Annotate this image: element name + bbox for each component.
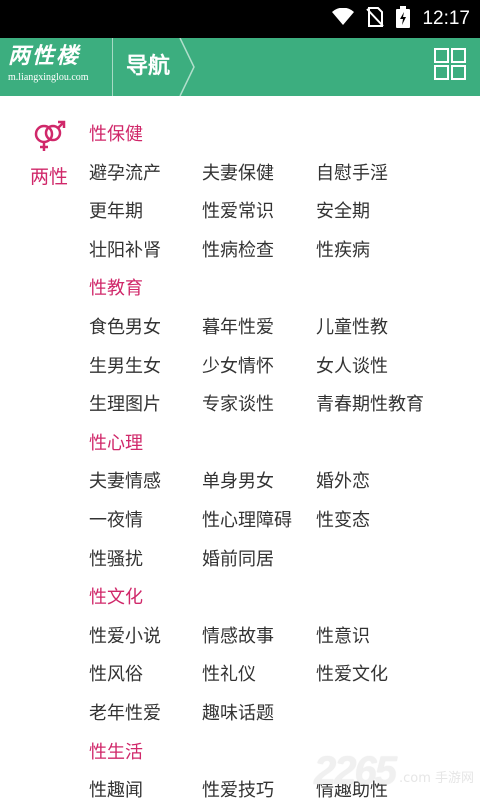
nav-link[interactable]: 性疾病 — [316, 236, 370, 262]
wifi-icon — [332, 7, 355, 30]
section-title: 性文化 — [89, 587, 143, 609]
section-title: 性教育 — [89, 278, 143, 300]
nav-link[interactable]: 性爱常识 — [202, 197, 274, 223]
nav-link[interactable]: 性礼仪 — [202, 660, 256, 686]
nav-link[interactable]: 生男生女 — [89, 352, 161, 378]
nav-link[interactable]: 性爱小说 — [89, 622, 161, 648]
nav-link[interactable]: 食色男女 — [89, 313, 161, 339]
gender-symbol-icon — [32, 120, 66, 156]
nav-link[interactable]: 女人谈性 — [316, 352, 388, 378]
nav-link[interactable]: 更年期 — [89, 197, 143, 223]
nav-content: 两性 性保健避孕流产 夫妻保健 自慰手淫更年期 性爱常识 安全期壮阳补肾 性病检查 性疾病性… — [0, 96, 480, 802]
nav-link[interactable]: 生理图片 — [89, 390, 161, 416]
no-sim-icon — [366, 7, 385, 31]
logo-text: 两性楼 — [8, 43, 81, 69]
site-logo[interactable]: 两性楼 m.liangxinglou.com — [8, 42, 108, 92]
nav-link[interactable]: 性意识 — [316, 622, 370, 648]
nav-link[interactable]: 性爱技巧 — [202, 776, 274, 802]
breadcrumb-arrow-icon — [178, 37, 196, 100]
logo-url: m.liangxinglou.com — [8, 72, 89, 83]
nav-link[interactable]: 儿童性教 — [316, 313, 388, 339]
battery-charging-icon — [396, 6, 411, 32]
section-title: 性心理 — [89, 432, 143, 454]
nav-link[interactable]: 安全期 — [316, 197, 370, 223]
nav-link[interactable]: 壮阳补肾 — [89, 236, 161, 262]
nav-link[interactable]: 老年性爱 — [89, 699, 161, 725]
nav-link[interactable]: 性病检查 — [202, 236, 274, 262]
nav-link[interactable]: 性骚扰 — [89, 545, 143, 571]
nav-link[interactable]: 避孕流产 — [89, 159, 161, 185]
grid-menu-icon[interactable] — [434, 48, 466, 80]
section-title: 性保健 — [89, 124, 143, 145]
status-bar: 12:17 — [0, 0, 480, 38]
header-divider — [112, 38, 113, 96]
nav-link[interactable]: 少女情怀 — [202, 352, 274, 378]
sidebar-label: 两性 — [29, 166, 68, 188]
section-title: 性生活 — [89, 741, 143, 763]
nav-link[interactable]: 一夜情 — [89, 506, 143, 532]
watermark-number: 2265 — [313, 749, 397, 793]
watermark: 2265 .com 手游网 — [314, 749, 474, 794]
nav-link[interactable]: 夫妻保健 — [202, 159, 274, 185]
nav-link[interactable]: 自慰手淫 — [316, 159, 388, 185]
nav-link[interactable]: 暮年性爱 — [202, 313, 274, 339]
nav-link[interactable]: 性爱文化 — [316, 660, 388, 686]
nav-link[interactable]: 趣味话题 — [202, 699, 274, 725]
watermark-text: .com 手游网 — [398, 771, 474, 786]
clock: 12:17 — [422, 8, 470, 29]
nav-link[interactable]: 性心理障碍 — [202, 506, 292, 532]
nav-link[interactable]: 夫妻情感 — [89, 467, 161, 493]
nav-link[interactable]: 婚外恋 — [316, 467, 370, 493]
nav-link[interactable]: 性趣闻 — [89, 776, 143, 802]
nav-link[interactable]: 婚前同居 — [202, 545, 274, 571]
nav-link[interactable]: 性风俗 — [89, 660, 143, 686]
nav-link[interactable]: 性变态 — [316, 506, 370, 532]
nav-link[interactable]: 专家谈性 — [202, 390, 274, 416]
app-header: 两性楼 m.liangxinglou.com 导航 — [0, 37, 480, 97]
nav-link[interactable]: 青春期性教育 — [316, 390, 424, 416]
nav-link[interactable]: 单身男女 — [202, 467, 274, 493]
page-title: 导航 — [126, 54, 171, 79]
nav-link[interactable]: 情感故事 — [202, 622, 274, 648]
category-sidebar-item[interactable]: 两性 — [24, 120, 74, 189]
